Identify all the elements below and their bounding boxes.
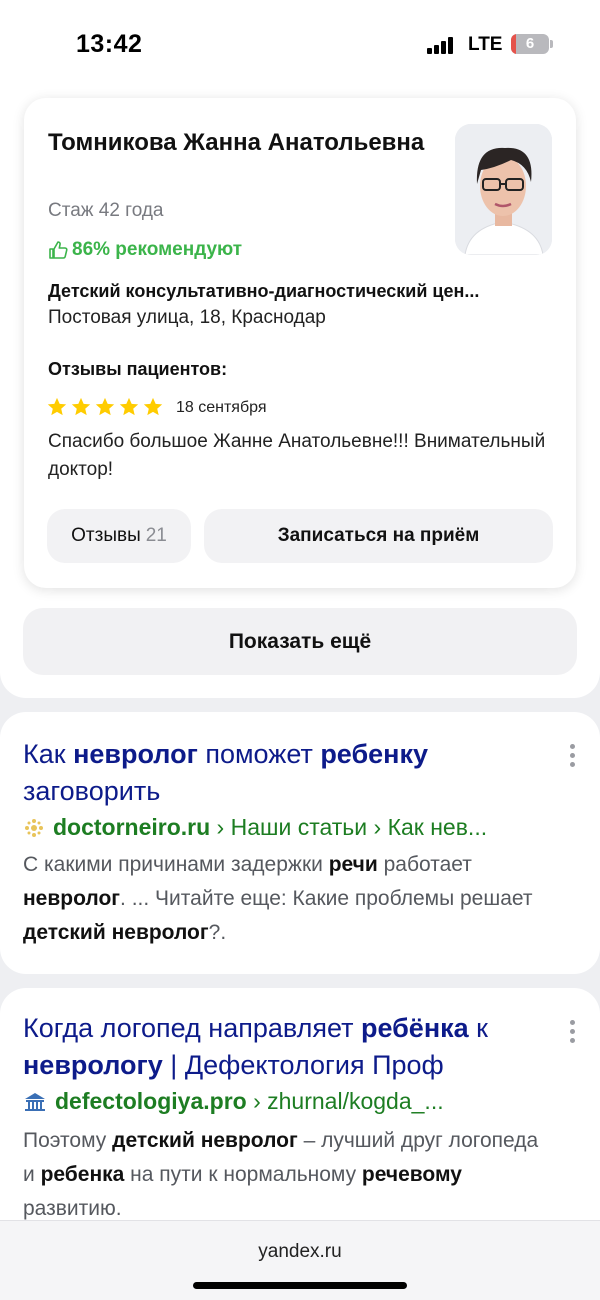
text-run: детский невролог	[112, 1129, 298, 1152]
search-result: Как невролог поможет ребенку заговорить …	[0, 712, 600, 974]
reviews-button-label: Отзывы	[71, 525, 141, 546]
result-menu-icon[interactable]	[565, 1020, 579, 1046]
text-run: на пути к нормальному	[124, 1163, 362, 1186]
text-run: ребенка	[40, 1163, 125, 1186]
doctor-name[interactable]: Томникова Жанна Анатольевна	[48, 124, 428, 161]
signal-icon	[427, 36, 457, 54]
review-text: Спасибо большое Жанне Анатольевне!!! Вни…	[48, 431, 546, 480]
text-run: | Дефектология Проф	[162, 1050, 444, 1080]
star-icon	[119, 397, 139, 416]
result-title-link[interactable]: Когда логопед направляет ребёнка к невро…	[23, 1010, 545, 1084]
book-appointment-button[interactable]: Записаться на приём	[204, 509, 553, 563]
result-snippet: С какими причинами задержки речи работае…	[23, 848, 553, 950]
battery-tip	[550, 40, 553, 48]
reviews-count: 21	[145, 525, 167, 546]
text-run: ?.	[208, 921, 227, 944]
text-run: детский невролог	[23, 921, 209, 944]
clinic-address: Постовая улица, 18, Краснодар	[48, 307, 326, 328]
status-time: 13:42	[76, 30, 143, 58]
clinic-name[interactable]: Детский консультативно-диагностический ц…	[48, 281, 552, 302]
text-run: . ... Читайте еще: Какие проблемы решает	[120, 887, 533, 910]
text-run: к	[468, 1013, 488, 1043]
review-date: 18 сентября	[176, 399, 267, 416]
reviews-button[interactable]: Отзывы 21	[47, 509, 191, 563]
text-run: речи	[328, 853, 378, 876]
text-run: Когда логопед направляет	[23, 1013, 361, 1043]
result-snippet: Поэтому детский невролог – лучший друг л…	[23, 1124, 553, 1226]
text-run: неврологу	[23, 1050, 163, 1080]
result-path: › zhurnal/kogda_...	[246, 1088, 444, 1114]
text-run: С какими причинами задержки	[23, 853, 329, 876]
result-url[interactable]: doctorneiro.ru › Наши статьи › Как нев..…	[23, 814, 563, 841]
recommend-text: 86% рекомендуют	[72, 239, 243, 260]
doctor-card[interactable]: Томникова Жанна Анатольевна Стаж 42 года…	[24, 98, 576, 588]
status-bar: 13:42 LTE 6	[0, 0, 600, 92]
show-more-button[interactable]: Показать ещё	[23, 608, 577, 675]
text-run: ребёнка	[360, 1013, 469, 1043]
browser-bottom-bar: yandex.ru	[0, 1220, 600, 1300]
doctor-experience: Стаж 42 года	[48, 200, 164, 221]
text-run: развитию.	[23, 1197, 122, 1220]
address-bar[interactable]: yandex.ru	[0, 1241, 600, 1263]
network-type: LTE	[468, 34, 503, 55]
doctorneiro-favicon-icon	[25, 818, 43, 837]
result-title-link[interactable]: Как невролог поможет ребенку заговорить	[23, 736, 545, 810]
text-run: речевому	[361, 1163, 462, 1186]
star-icon	[143, 397, 163, 416]
text-run: работает	[377, 853, 472, 876]
text-run: невролог	[73, 739, 198, 769]
star-icon	[47, 397, 67, 416]
text-run: ребенку	[320, 739, 428, 769]
reviews-heading: Отзывы пациентов:	[48, 359, 228, 379]
recommend-rate: 86% рекомендуют	[48, 239, 242, 261]
home-indicator[interactable]	[193, 1282, 407, 1289]
defectologiya-favicon-icon	[25, 1092, 45, 1111]
thumbs-up-icon	[49, 241, 68, 259]
result-path: › Наши статьи › Как нев...	[210, 814, 488, 840]
rating-stars	[46, 396, 164, 418]
result-domain: defectologiya.pro	[55, 1088, 247, 1114]
star-icon	[95, 397, 115, 416]
text-run: невролог	[23, 887, 121, 910]
result-url[interactable]: defectologiya.pro › zhurnal/kogda_...	[23, 1088, 563, 1115]
result-domain: doctorneiro.ru	[53, 814, 211, 840]
text-run: заговорить	[23, 776, 161, 806]
doctor-portrait-icon	[455, 124, 552, 255]
text-run: Как	[23, 739, 74, 769]
doctor-photo[interactable]	[455, 124, 552, 255]
text-run: поможет	[197, 739, 321, 769]
battery-level: 6	[525, 35, 535, 52]
search-result: Когда логопед направляет ребёнка к невро…	[0, 988, 600, 1248]
battery-icon: 6	[511, 34, 549, 54]
text-run: Поэтому	[23, 1129, 113, 1152]
star-icon	[71, 397, 91, 416]
result-menu-icon[interactable]	[565, 744, 579, 770]
